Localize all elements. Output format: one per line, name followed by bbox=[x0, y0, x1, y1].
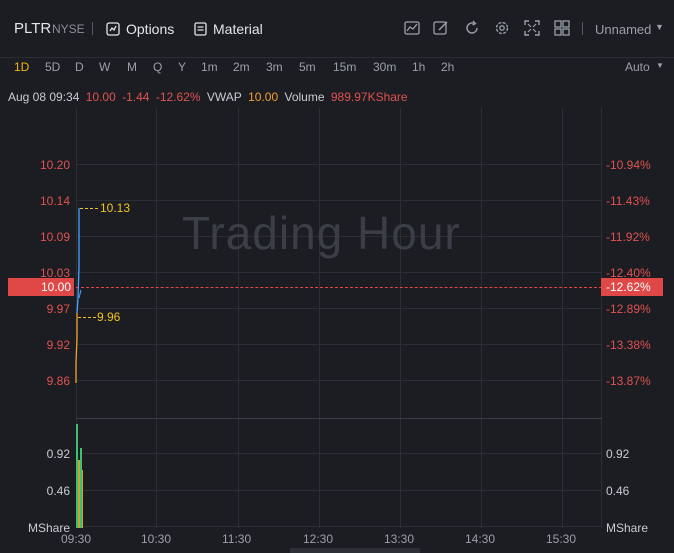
options-label: Options bbox=[126, 21, 175, 37]
quote-datetime: Aug 08 09:34 bbox=[8, 90, 80, 104]
period-selector: 1D 5D D W M Q Y 1m 2m 3m 5m 15m 30m 1h 2… bbox=[0, 58, 674, 84]
price-line-chart bbox=[75, 208, 83, 528]
ticker-symbol[interactable]: PLTR bbox=[14, 20, 51, 37]
layout-grid-icon[interactable] bbox=[553, 19, 571, 37]
volume-unit: MShare bbox=[27, 521, 70, 535]
refresh-icon[interactable] bbox=[463, 19, 481, 37]
period-5m[interactable]: 5m bbox=[299, 60, 316, 74]
chart-area[interactable]: Trading Hour 10.20 10.14 10.09 10.03 9.9… bbox=[0, 108, 674, 553]
period-5d[interactable]: 5D bbox=[45, 60, 60, 74]
low-annotation-line bbox=[78, 317, 96, 318]
time-label: 09:30 bbox=[61, 532, 92, 546]
quote-price: 10.00 bbox=[85, 90, 116, 104]
quote-info-line: Aug 08 09:34 10.00 -1.44 -12.62% VWAP 10… bbox=[8, 90, 411, 104]
scale-mode-dropdown[interactable]: Auto bbox=[625, 60, 650, 74]
high-annotation: 10.13 bbox=[100, 201, 131, 215]
vwap-label: VWAP bbox=[206, 90, 242, 104]
time-label: 11:30 bbox=[222, 532, 252, 546]
period-y[interactable]: Y bbox=[178, 60, 186, 74]
volume-tick: 0.46 bbox=[46, 484, 70, 498]
time-label: 15:30 bbox=[546, 532, 577, 546]
fullscreen-icon[interactable] bbox=[523, 19, 541, 37]
period-2m[interactable]: 2m bbox=[233, 60, 250, 74]
period-2h[interactable]: 2h bbox=[441, 60, 454, 74]
period-m[interactable]: M bbox=[127, 60, 137, 74]
options-icon bbox=[106, 22, 120, 36]
volume-bar bbox=[78, 460, 80, 528]
period-15m[interactable]: 15m bbox=[333, 60, 356, 74]
material-button[interactable]: Material bbox=[194, 18, 263, 40]
divider bbox=[92, 22, 93, 35]
volume-bar bbox=[82, 470, 83, 528]
period-q[interactable]: Q bbox=[153, 60, 162, 74]
high-annotation-line bbox=[80, 208, 98, 209]
period-w[interactable]: W bbox=[99, 60, 110, 74]
time-label: 13:30 bbox=[384, 532, 415, 546]
period-1d[interactable]: 1D bbox=[14, 60, 29, 74]
divider bbox=[582, 22, 583, 35]
low-annotation: 9.96 bbox=[97, 310, 121, 324]
volume-unit: MShare bbox=[606, 521, 649, 535]
chevron-down-icon[interactable]: ▼ bbox=[655, 22, 664, 32]
volume-value: 989.97KShare bbox=[330, 90, 408, 104]
top-toolbar: PLTR NYSE Options Material Unnamed ▼ bbox=[0, 0, 674, 58]
layout-name-dropdown[interactable]: Unnamed bbox=[595, 22, 651, 37]
chevron-down-icon[interactable]: ▼ bbox=[656, 61, 664, 70]
quote-change-pct: -12.62% bbox=[155, 90, 201, 104]
volume-label: Volume bbox=[284, 90, 325, 104]
time-label: 10:30 bbox=[141, 532, 172, 546]
material-icon bbox=[194, 22, 207, 36]
period-1h[interactable]: 1h bbox=[412, 60, 425, 74]
exchange-label: NYSE bbox=[52, 22, 85, 36]
vwap-value: 10.00 bbox=[248, 90, 279, 104]
quote-change: -1.44 bbox=[122, 90, 150, 104]
volume-tick: 0.92 bbox=[606, 447, 630, 461]
settings-icon[interactable] bbox=[493, 19, 511, 37]
horizontal-scrollbar[interactable] bbox=[290, 548, 420, 553]
period-1m[interactable]: 1m bbox=[201, 60, 218, 74]
period-d[interactable]: D bbox=[75, 60, 84, 74]
volume-bar bbox=[76, 424, 78, 528]
price-series-tail bbox=[78, 289, 82, 299]
volume-tick: 0.92 bbox=[46, 447, 70, 461]
volume-tick: 0.46 bbox=[606, 484, 630, 498]
draw-icon[interactable] bbox=[432, 19, 450, 37]
indicator-icon[interactable] bbox=[403, 19, 421, 37]
price-series-down bbox=[75, 313, 78, 383]
period-3m[interactable]: 3m bbox=[266, 60, 283, 74]
volume-bar bbox=[80, 448, 82, 528]
time-label: 12:30 bbox=[303, 532, 334, 546]
period-30m[interactable]: 30m bbox=[373, 60, 396, 74]
material-label: Material bbox=[213, 21, 263, 37]
options-button[interactable]: Options bbox=[106, 18, 174, 40]
time-label: 14:30 bbox=[465, 532, 496, 546]
